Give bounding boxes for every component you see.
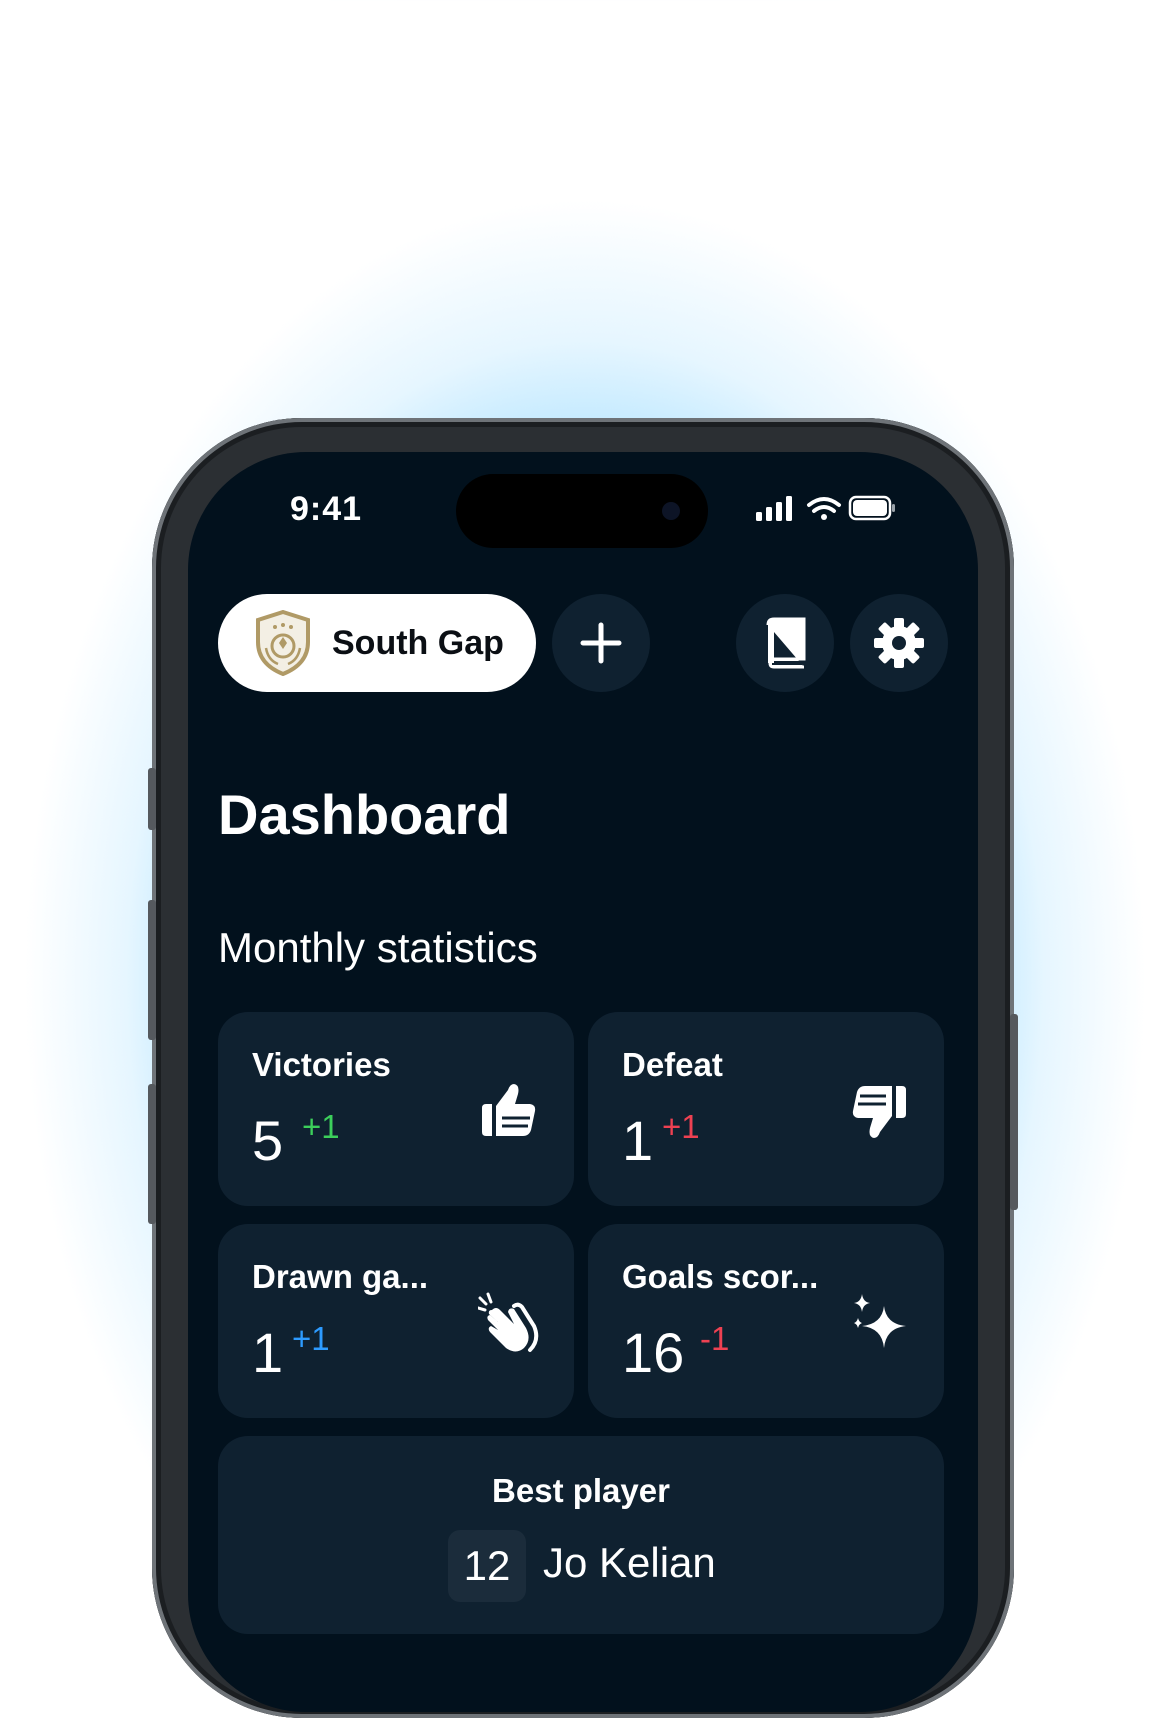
- stat-delta: +1: [302, 1108, 340, 1145]
- thumbs-down-icon: [852, 1086, 906, 1138]
- stat-card-victories[interactable]: Victories 5 +1: [218, 1012, 574, 1206]
- add-button[interactable]: [552, 594, 650, 692]
- stat-value: 1: [622, 1109, 654, 1172]
- thumbs-up-icon: [482, 1084, 536, 1136]
- stat-card-goals-scored[interactable]: Goals scor... 16 -1: [588, 1224, 944, 1418]
- player-name: Jo Kelian: [543, 1539, 716, 1586]
- stat-value: 5: [252, 1109, 284, 1172]
- stat-delta: +1: [662, 1108, 700, 1145]
- stat-delta: +1: [292, 1320, 330, 1357]
- gear-icon: [874, 618, 924, 668]
- page-title: Dashboard: [218, 783, 511, 846]
- volume-up-button: [148, 900, 156, 1040]
- stat-label: Victories: [252, 1046, 391, 1083]
- stat-card-drawn-games[interactable]: Drawn ga... 1 +1: [218, 1224, 574, 1418]
- signal-icon: [756, 496, 792, 521]
- dynamic-island: [456, 474, 708, 548]
- battery-icon: [848, 495, 895, 521]
- action-button: [148, 768, 156, 830]
- status-time: 9:41: [290, 490, 363, 528]
- stat-label: Goals scor...: [622, 1258, 819, 1295]
- club-crest-icon: [256, 610, 310, 676]
- stat-label: Drawn ga...: [252, 1258, 429, 1295]
- stat-delta: -1: [700, 1320, 730, 1357]
- stat-value: 1: [252, 1321, 284, 1384]
- stat-card-defeat[interactable]: Defeat 1 +1: [588, 1012, 944, 1206]
- clapping-hands-icon: [478, 1292, 539, 1352]
- sparkles-icon: [854, 1294, 906, 1348]
- volume-down-button: [148, 1084, 156, 1224]
- player-number-badge: 12: [448, 1530, 526, 1602]
- book-icon: [766, 617, 806, 669]
- stat-value: 16: [622, 1321, 685, 1384]
- app-screen: 9:41 South Gap Dashboard Monthly statist…: [188, 452, 978, 1712]
- stat-label: Defeat: [622, 1046, 723, 1083]
- rules-book-button[interactable]: [736, 594, 834, 692]
- plus-icon: [580, 622, 622, 664]
- camera-icon: [662, 502, 680, 520]
- club-name: South Gap: [332, 623, 504, 662]
- power-button: [1010, 1014, 1018, 1210]
- best-player-card[interactable]: Best player 12 Jo Kelian: [218, 1436, 944, 1634]
- wifi-icon: [807, 497, 841, 520]
- section-title: Monthly statistics: [218, 924, 538, 971]
- settings-button[interactable]: [850, 594, 948, 692]
- club-selector-button[interactable]: South Gap: [218, 594, 536, 692]
- status-icons: [756, 495, 895, 521]
- best-player-label: Best player: [492, 1472, 670, 1509]
